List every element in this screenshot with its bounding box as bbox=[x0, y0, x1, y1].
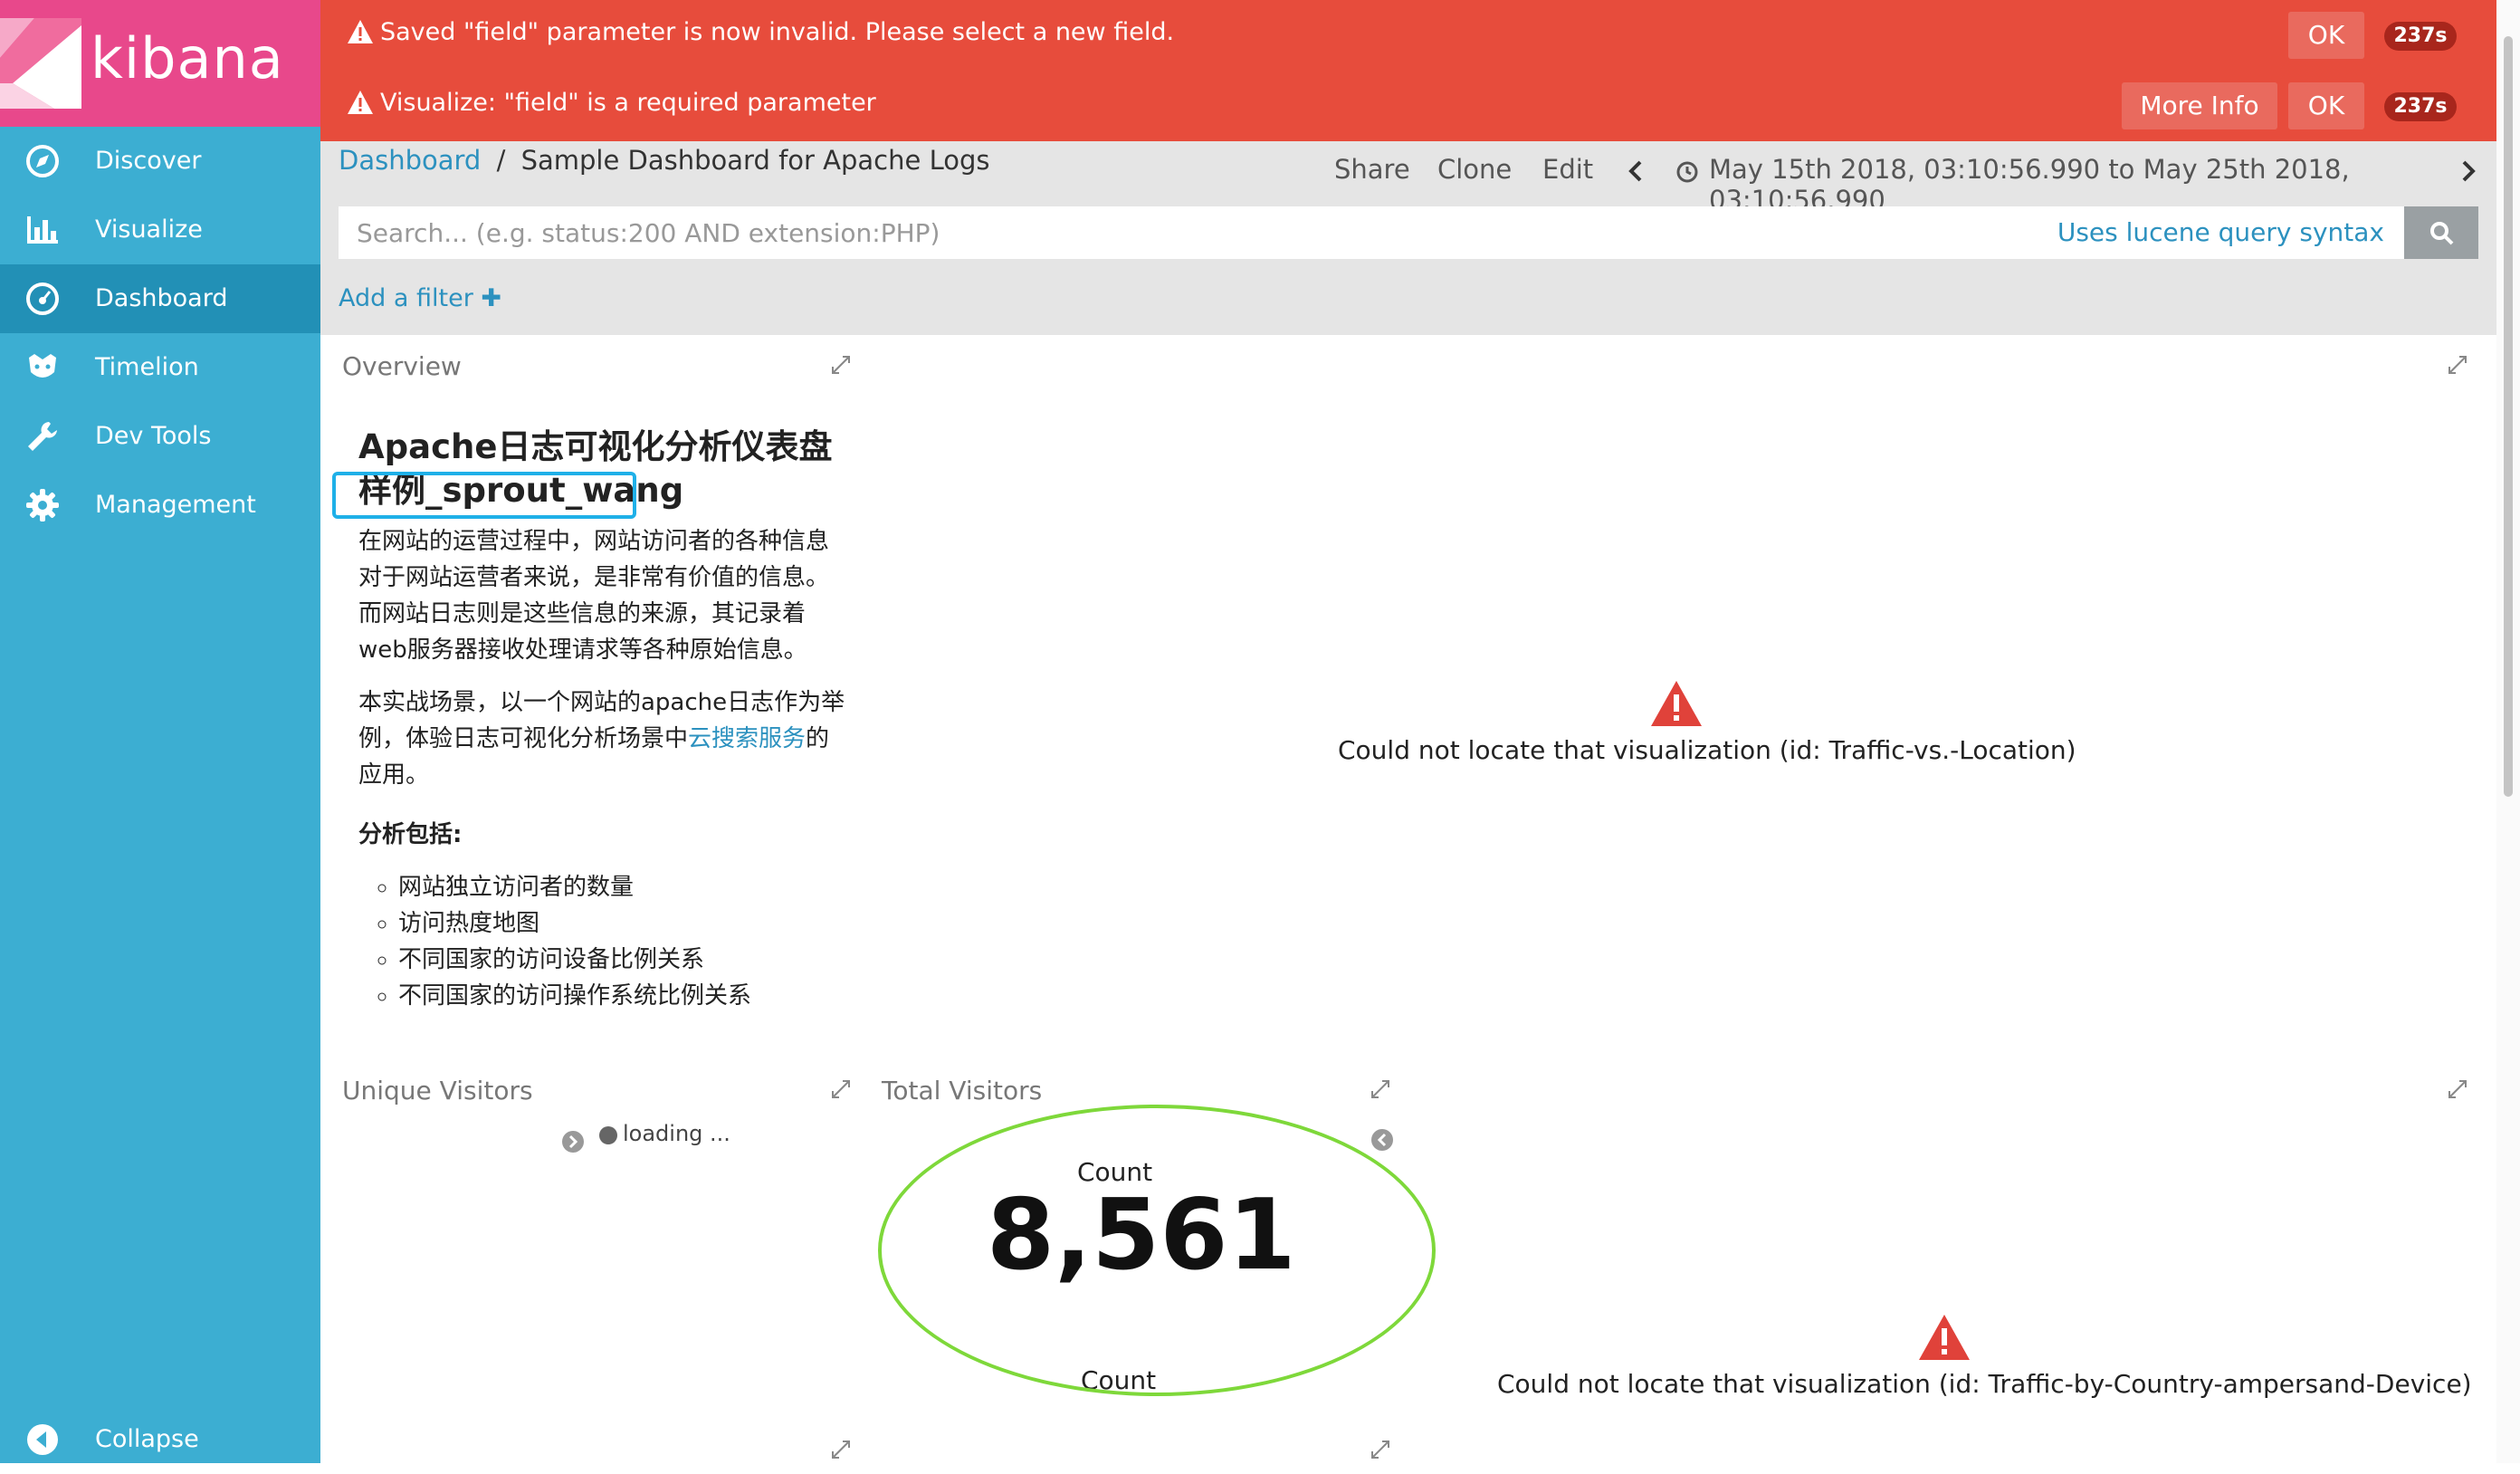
kibana-logo[interactable]: kibana bbox=[0, 0, 320, 127]
search-input[interactable] bbox=[339, 206, 2058, 259]
chevron-left-circle-icon[interactable] bbox=[1370, 1128, 1394, 1152]
toast-error: Visualize: "field" is a required paramet… bbox=[320, 71, 2496, 141]
list-item: 访问热度地图 bbox=[398, 905, 847, 942]
dashboard-top-bar: Dashboard / Sample Dashboard for Apache … bbox=[320, 141, 2496, 335]
analysis-list: 网站独立访问者的数量 访问热度地图 不同国家的访问设备比例关系 不同国家的访问操… bbox=[358, 869, 847, 1014]
sidebar-item-label: Visualize bbox=[95, 215, 203, 244]
kibana-logo-icon bbox=[0, 18, 81, 109]
collapse-icon bbox=[27, 1424, 58, 1455]
panel-title-unique-visitors: Unique Visitors bbox=[342, 1076, 533, 1106]
edit-button[interactable]: Edit bbox=[1542, 154, 1593, 185]
search-icon bbox=[2430, 222, 2454, 245]
sidebar-item-dev-tools[interactable]: Dev Tools bbox=[0, 402, 320, 471]
loading-indicator-icon bbox=[599, 1126, 617, 1144]
breadcrumb-separator: / bbox=[496, 145, 506, 176]
expand-icon[interactable] bbox=[831, 1440, 851, 1460]
breadcrumb: Dashboard / Sample Dashboard for Apache … bbox=[339, 145, 989, 176]
page-scrollbar[interactable] bbox=[2496, 0, 2520, 1463]
error-icon bbox=[1651, 681, 1702, 726]
list-item: 不同国家的访问操作系统比例关系 bbox=[398, 978, 847, 1014]
gear-icon bbox=[26, 489, 59, 522]
scrollbar-thumb[interactable] bbox=[2504, 36, 2513, 797]
overview-paragraph: 本实战场景，以一个网站的apache日志作为举例，体验日志可视化分析场景中云搜索… bbox=[358, 684, 847, 793]
sidebar-item-label: Dashboard bbox=[95, 284, 228, 312]
analysis-heading: 分析包括: bbox=[358, 821, 463, 848]
expand-icon[interactable] bbox=[1370, 1079, 1390, 1099]
search-button[interactable] bbox=[2404, 206, 2478, 259]
highlight-box bbox=[332, 472, 636, 519]
expand-icon[interactable] bbox=[1370, 1440, 1390, 1460]
dashboard-icon bbox=[26, 282, 59, 315]
expand-icon[interactable] bbox=[831, 355, 851, 375]
visualization-error: Could not locate that visualization (id:… bbox=[1338, 735, 2076, 765]
breadcrumb-current: Sample Dashboard for Apache Logs bbox=[520, 145, 990, 176]
sidebar-item-timelion[interactable]: Timelion bbox=[0, 333, 320, 402]
expand-icon[interactable] bbox=[2448, 1079, 2468, 1099]
sidebar-item-dashboard[interactable]: Dashboard bbox=[0, 264, 320, 333]
chevron-left-icon[interactable] bbox=[1628, 159, 1644, 183]
toast-ok-button[interactable]: OK bbox=[2288, 82, 2364, 129]
sidebar-item-discover[interactable]: Discover bbox=[0, 127, 320, 196]
list-item: 不同国家的访问设备比例关系 bbox=[398, 942, 847, 978]
sidebar-item-management[interactable]: Management bbox=[0, 471, 320, 540]
toast-timer: 237s bbox=[2384, 92, 2457, 121]
lucene-syntax-link[interactable]: Uses lucene query syntax bbox=[2057, 217, 2384, 247]
collapse-label: Collapse bbox=[95, 1425, 199, 1453]
plus-icon: ✚ bbox=[481, 284, 502, 312]
timelion-icon bbox=[29, 354, 56, 378]
cloud-search-link[interactable]: 云搜索服务 bbox=[688, 725, 806, 752]
expand-icon[interactable] bbox=[2448, 355, 2468, 375]
overview-paragraph: 在网站的运营过程中，网站访问者的各种信息对于网站运营者来说，是非常有价值的信息。… bbox=[358, 528, 830, 664]
toast-message: Saved "field" parameter is now invalid. … bbox=[380, 18, 1175, 46]
warning-icon bbox=[348, 91, 373, 114]
loading-text: loading ... bbox=[623, 1121, 730, 1146]
wrench-icon bbox=[28, 422, 57, 451]
share-button[interactable]: Share bbox=[1334, 154, 1410, 185]
expand-icon[interactable] bbox=[831, 1079, 851, 1099]
toast-error: Saved "field" parameter is now invalid. … bbox=[320, 0, 2496, 71]
sidebar-item-label: Dev Tools bbox=[95, 422, 212, 450]
toast-more-info-button[interactable]: More Info bbox=[2122, 82, 2277, 129]
app-name: kibana bbox=[91, 25, 284, 91]
add-filter-button[interactable]: Add a filter ✚ bbox=[339, 284, 501, 312]
chevron-right-circle-icon[interactable] bbox=[561, 1130, 585, 1153]
clock-icon bbox=[1676, 161, 1698, 183]
toast-timer: 237s bbox=[2384, 22, 2457, 51]
sidebar-item-visualize[interactable]: Visualize bbox=[0, 196, 320, 264]
highlight-ellipse bbox=[878, 1105, 1436, 1396]
panel-title-overview: Overview bbox=[342, 351, 462, 381]
error-icon bbox=[1919, 1315, 1970, 1360]
sidebar-item-label: Management bbox=[95, 491, 256, 519]
visualization-error: Could not locate that visualization (id:… bbox=[1497, 1369, 2472, 1399]
panel-title-total-visitors: Total Visitors bbox=[882, 1076, 1043, 1106]
clone-button[interactable]: Clone bbox=[1437, 154, 1512, 185]
toast-message: Visualize: "field" is a required paramet… bbox=[380, 89, 876, 117]
list-item: 网站独立访问者的数量 bbox=[398, 869, 847, 905]
chevron-right-icon[interactable] bbox=[2460, 159, 2477, 183]
sidebar: kibana Discover Visualize Dashboard Time… bbox=[0, 0, 320, 1463]
add-filter-label: Add a filter bbox=[339, 284, 473, 312]
sidebar-item-label: Discover bbox=[95, 147, 202, 175]
sidebar-item-label: Timelion bbox=[95, 353, 199, 381]
compass-icon bbox=[26, 145, 59, 177]
warning-icon bbox=[348, 20, 373, 43]
toast-ok-button[interactable]: OK bbox=[2288, 12, 2364, 59]
bar-chart-icon bbox=[27, 216, 58, 244]
search-bar: Uses lucene query syntax bbox=[339, 206, 2404, 259]
collapse-button[interactable]: Collapse bbox=[0, 1405, 320, 1474]
breadcrumb-root-link[interactable]: Dashboard bbox=[339, 145, 481, 176]
